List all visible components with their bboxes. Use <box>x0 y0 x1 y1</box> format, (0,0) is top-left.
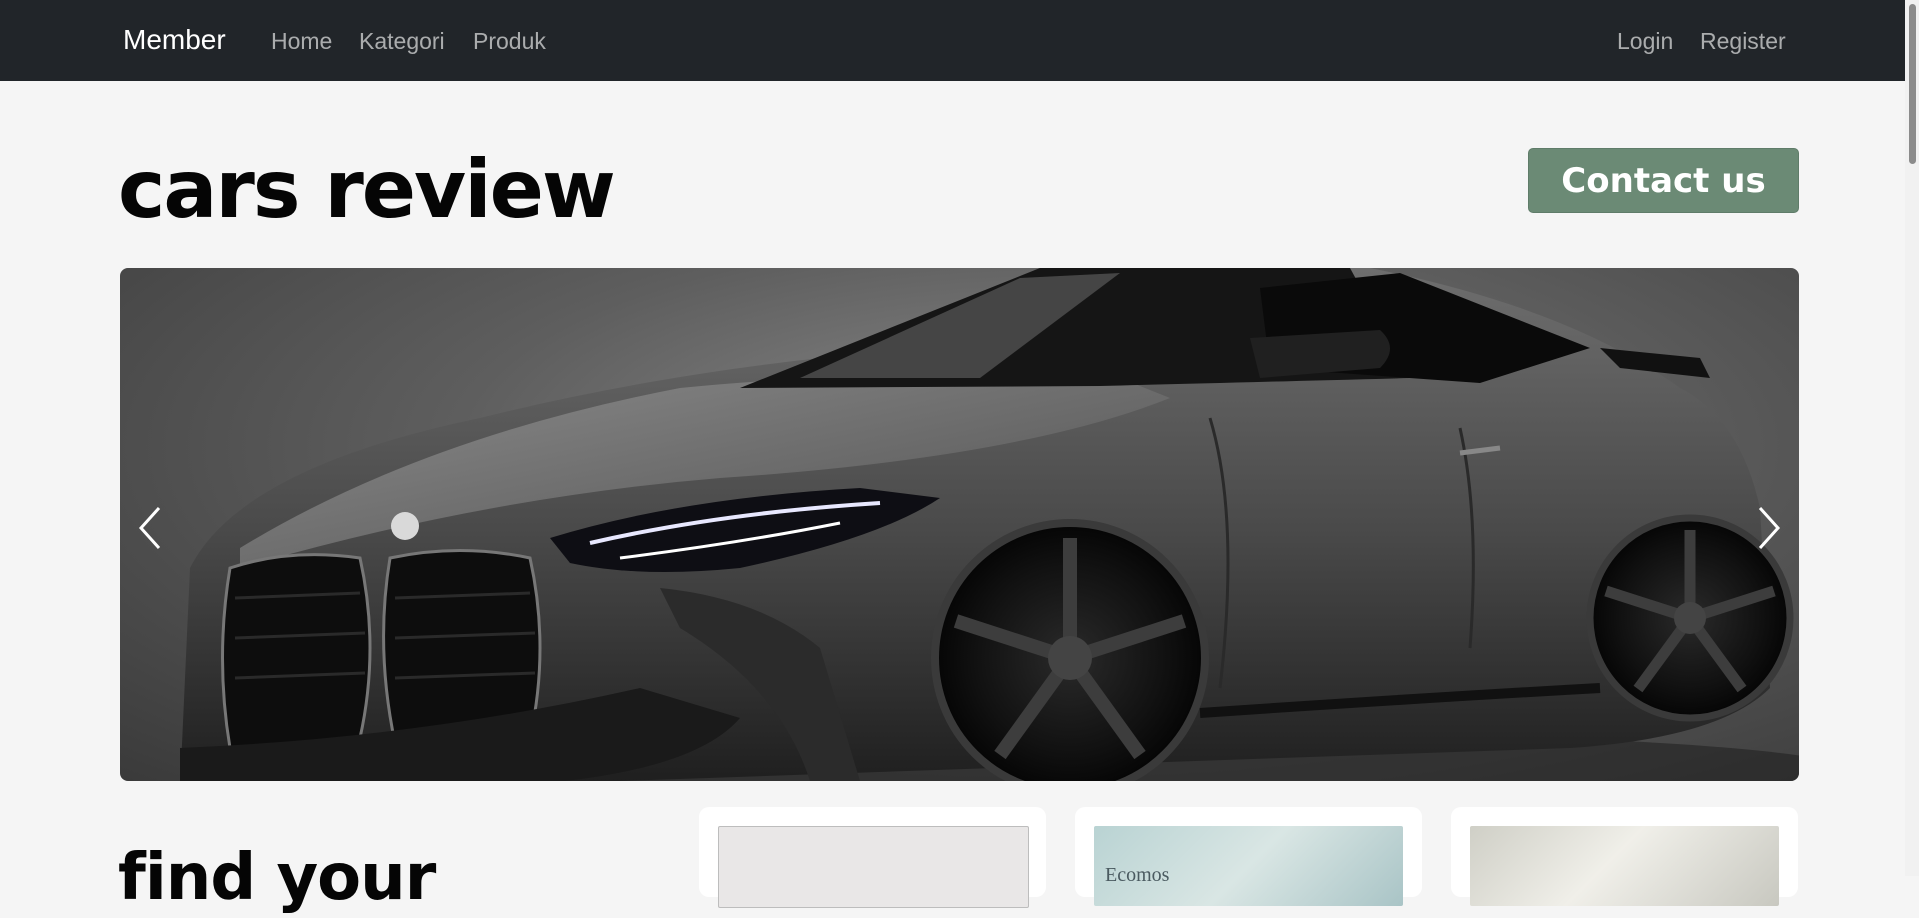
product-card[interactable] <box>699 807 1046 908</box>
nav-produk-link[interactable]: Produk <box>473 24 546 58</box>
carousel-prev-button[interactable] <box>120 468 180 588</box>
page-title: cars review <box>118 143 616 236</box>
car-image <box>180 268 1799 781</box>
hero-carousel <box>120 268 1799 781</box>
page-scrollbar[interactable] <box>1905 0 1919 876</box>
section-heading: find your <box>118 841 436 915</box>
card-image <box>718 826 1029 908</box>
product-card[interactable] <box>1451 807 1798 906</box>
scrollbar-thumb[interactable] <box>1909 4 1916 164</box>
product-card[interactable]: Ecomos <box>1075 807 1422 906</box>
chevron-right-icon <box>1758 506 1781 550</box>
nav-home-link[interactable]: Home <box>271 24 332 58</box>
nav-kategori-link[interactable]: Kategori <box>359 24 445 58</box>
carousel-next-button[interactable] <box>1739 468 1799 588</box>
navbar: Member Home Kategori Produk Login Regist… <box>0 0 1919 81</box>
brand-link[interactable]: Member <box>123 20 226 60</box>
register-link[interactable]: Register <box>1700 24 1786 58</box>
card-image <box>1470 826 1779 906</box>
contact-us-button[interactable]: Contact us <box>1528 148 1799 213</box>
login-link[interactable]: Login <box>1617 24 1673 58</box>
chevron-left-icon <box>138 506 161 550</box>
card-image: Ecomos <box>1094 826 1403 906</box>
